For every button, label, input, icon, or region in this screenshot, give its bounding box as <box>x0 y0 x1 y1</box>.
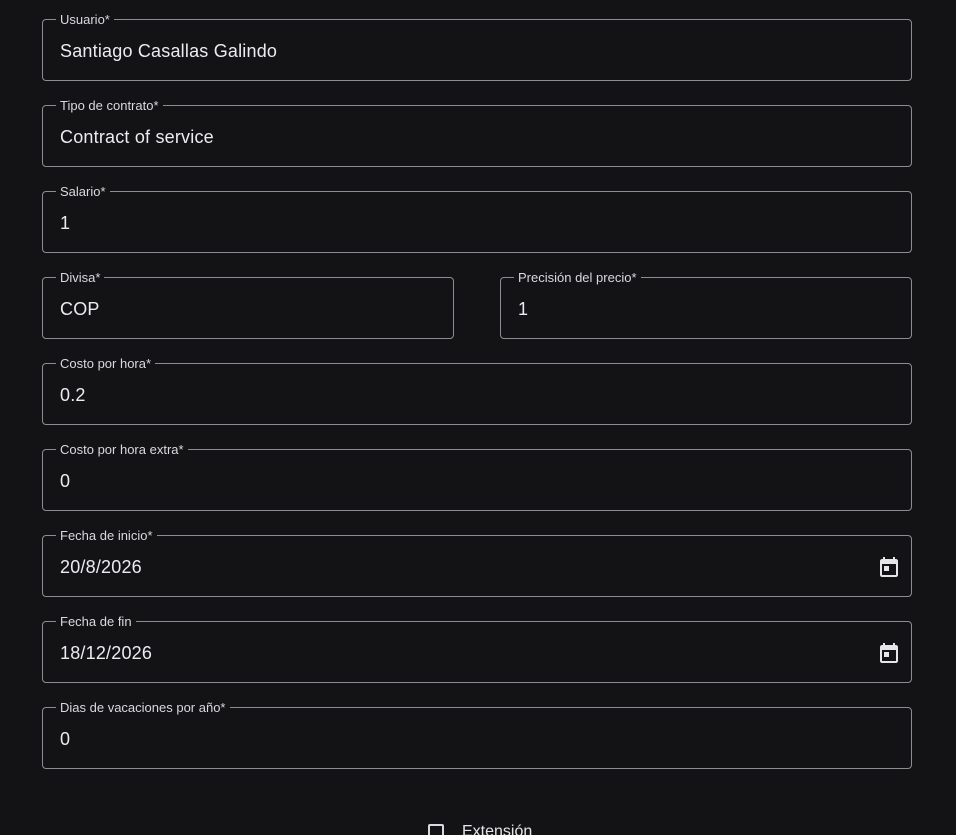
usuario-field[interactable]: Usuario* Santiago Casallas Galindo <box>42 12 912 81</box>
divisa-field[interactable]: Divisa* COP <box>42 270 454 339</box>
precision-precio-field[interactable]: Precisión del precio* 1 <box>500 270 912 339</box>
divisa-label: Divisa* <box>56 270 105 285</box>
fecha-fin-value[interactable]: 18/12/2026 <box>60 642 848 664</box>
tipo-contrato-field[interactable]: Tipo de contrato* Contract of service <box>42 98 912 167</box>
dias-vacaciones-value[interactable]: 0 <box>60 728 848 750</box>
costo-hora-field[interactable]: Costo por hora* 0.2 <box>42 356 912 425</box>
fecha-fin-label: Fecha de fin <box>56 614 136 629</box>
extension-checkbox[interactable] <box>428 824 444 835</box>
usuario-value[interactable]: Santiago Casallas Galindo <box>60 40 848 62</box>
contract-form: Usuario* Santiago Casallas Galindo Tipo … <box>0 0 956 835</box>
costo-hora-value[interactable]: 0.2 <box>60 384 848 406</box>
dias-vacaciones-field[interactable]: Dias de vacaciones por año* 0 <box>42 700 912 769</box>
fecha-inicio-value[interactable]: 20/8/2026 <box>60 556 848 578</box>
calendar-icon[interactable] <box>877 641 901 665</box>
fecha-fin-field[interactable]: Fecha de fin 18/12/2026 <box>42 614 912 683</box>
costo-hora-extra-field[interactable]: Costo por hora extra* 0 <box>42 442 912 511</box>
tipo-contrato-label: Tipo de contrato* <box>56 98 163 113</box>
costo-hora-extra-value[interactable]: 0 <box>60 470 848 492</box>
salario-field[interactable]: Salario* 1 <box>42 184 912 253</box>
precision-precio-label: Precisión del precio* <box>514 270 641 285</box>
costo-hora-label: Costo por hora* <box>56 356 156 371</box>
fecha-inicio-label: Fecha de inicio* <box>56 528 157 543</box>
calendar-icon[interactable] <box>877 555 901 579</box>
usuario-label: Usuario* <box>56 12 114 27</box>
precision-precio-value[interactable]: 1 <box>518 298 848 320</box>
salario-value[interactable]: 1 <box>60 212 848 234</box>
fecha-inicio-field[interactable]: Fecha de inicio* 20/8/2026 <box>42 528 912 597</box>
extension-checkbox-row[interactable]: Extensión <box>428 822 532 835</box>
divisa-value[interactable]: COP <box>60 298 390 320</box>
costo-hora-extra-label: Costo por hora extra* <box>56 442 188 457</box>
tipo-contrato-value[interactable]: Contract of service <box>60 126 848 148</box>
dias-vacaciones-label: Dias de vacaciones por año* <box>56 700 230 715</box>
salario-label: Salario* <box>56 184 110 199</box>
extension-label[interactable]: Extensión <box>462 822 532 835</box>
